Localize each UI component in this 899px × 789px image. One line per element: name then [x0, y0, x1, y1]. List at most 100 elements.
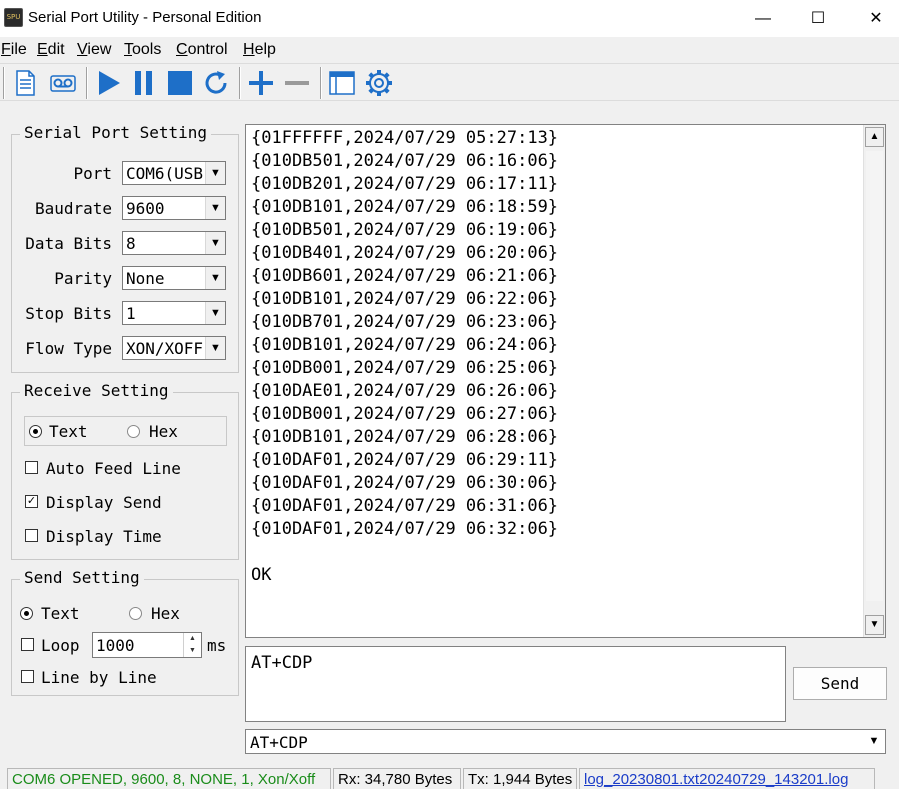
scrollbar-thumb[interactable] [866, 151, 883, 601]
vertical-scrollbar[interactable]: ▲ ▼ [863, 125, 885, 637]
auto-feed-line-label: Auto Feed Line [46, 459, 181, 478]
gear-icon [366, 70, 392, 96]
receive-text-label: Text [49, 422, 88, 441]
receive-text-radio[interactable] [29, 425, 42, 438]
menu-control[interactable]: Control [176, 41, 228, 59]
serial-port-setting-group: Serial Port Setting Port COM6(USB ▼ Baud… [11, 123, 239, 373]
close-button[interactable]: ✕ [853, 0, 899, 37]
receive-line: {010DAF01,2024/07/29 06:29:11} [251, 450, 559, 470]
toolbar-separator [3, 67, 5, 99]
chevron-down-icon[interactable]: ▼ [863, 730, 885, 753]
receive-line: {010DAE01,2024/07/29 06:26:06} [251, 381, 559, 401]
toolbar-separator [86, 67, 88, 99]
receive-line: {010DB501,2024/07/29 06:16:06} [251, 151, 559, 171]
receive-line: {010DB401,2024/07/29 06:20:06} [251, 243, 559, 263]
receive-line: {010DB101,2024/07/29 06:18:59} [251, 197, 559, 217]
settings-button[interactable] [362, 66, 396, 100]
baudrate-select[interactable]: 9600 ▼ [122, 196, 226, 220]
start-button[interactable] [91, 66, 125, 100]
receive-line: {01FFFFFF,2024/07/29 05:27:13} [251, 128, 559, 148]
stepper-up-icon[interactable]: ▲ [184, 633, 201, 645]
menu-help[interactable]: Help [243, 41, 276, 59]
record-button[interactable] [46, 66, 80, 100]
send-text-label: Text [41, 604, 80, 623]
line-by-line-checkbox[interactable] [21, 670, 34, 683]
record-icon [50, 75, 76, 92]
send-hex-radio[interactable] [129, 607, 142, 620]
receive-mode-box: Text Hex [24, 416, 227, 446]
menu-tools[interactable]: Tools [124, 41, 161, 59]
refresh-button[interactable] [199, 66, 233, 100]
send-text: AT+CDP [251, 653, 313, 673]
receive-line: {010DAF01,2024/07/29 06:32:06} [251, 519, 559, 539]
receive-line: {010DB201,2024/07/29 06:17:11} [251, 174, 559, 194]
receive-line: OK [251, 565, 272, 585]
send-textarea[interactable]: AT+CDP [245, 646, 786, 722]
scroll-up-icon[interactable]: ▲ [865, 127, 884, 147]
rx-counter: Rx: 34,780 Bytes [333, 768, 461, 789]
pause-icon [135, 71, 152, 95]
menu-edit[interactable]: Edit [37, 41, 65, 59]
display-send-label: Display Send [46, 493, 162, 512]
receive-setting-title: Receive Setting [20, 381, 173, 400]
chevron-down-icon: ▼ [205, 267, 225, 289]
log-file-link[interactable]: log_20230801.txt20240729_143201.log [579, 768, 875, 789]
menu-file[interactable]: File [1, 41, 27, 59]
receive-hex-label: Hex [149, 422, 178, 441]
refresh-icon [205, 71, 227, 94]
remove-icon [285, 81, 309, 85]
flow-type-select[interactable]: XON/XOFF ▼ [122, 336, 226, 360]
baudrate-label: Baudrate [34, 199, 112, 218]
chevron-down-icon: ▼ [205, 197, 225, 219]
display-time-checkbox[interactable] [25, 529, 38, 542]
receive-setting-group: Receive Setting Text Hex Auto Feed Line … [11, 381, 239, 560]
parity-select[interactable]: None ▼ [122, 266, 226, 290]
window-button[interactable] [325, 66, 359, 100]
send-history-select[interactable]: AT+CDP ▼ [245, 729, 886, 754]
add-button[interactable] [244, 66, 278, 100]
receive-line: {010DB001,2024/07/29 06:25:06} [251, 358, 559, 378]
receive-line [251, 541, 558, 564]
chevron-down-icon: ▼ [205, 337, 225, 359]
receive-hex-radio[interactable] [127, 425, 140, 438]
send-setting-group: Send Setting Text Hex Loop 1000 ▲ ▼ ms L… [11, 568, 239, 696]
loop-label: Loop [41, 636, 80, 655]
status-bar: COM6 OPENED, 9600, 8, NONE, 1, Xon/Xoff … [0, 766, 899, 789]
data-bits-select[interactable]: 8 ▼ [122, 231, 226, 255]
receive-textarea[interactable]: {01FFFFFF,2024/07/29 05:27:13} {010DB501,… [245, 124, 886, 638]
app-icon: SPU [4, 8, 23, 27]
window-icon [329, 71, 355, 95]
receive-line: {010DB101,2024/07/29 06:22:06} [251, 289, 559, 309]
stepper-down-icon[interactable]: ▼ [184, 645, 201, 657]
stepper-buttons[interactable]: ▲ ▼ [183, 633, 201, 657]
toolbar [0, 63, 899, 101]
minimize-button[interactable]: — [740, 0, 786, 37]
loop-interval-stepper[interactable]: 1000 ▲ ▼ [92, 632, 202, 658]
menu-bar: File Edit View Tools Control Help [0, 37, 899, 63]
maximize-button[interactable]: ☐ [795, 0, 841, 37]
stop-button[interactable] [163, 66, 197, 100]
send-text-radio[interactable] [20, 607, 33, 620]
loop-unit-label: ms [207, 636, 227, 655]
title-bar: SPU Serial Port Utility - Personal Editi… [0, 0, 899, 37]
pause-button[interactable] [127, 66, 161, 100]
receive-content: {01FFFFFF,2024/07/29 05:27:13} {010DB501,… [251, 127, 558, 587]
port-select[interactable]: COM6(USB ▼ [122, 161, 226, 185]
connection-status: COM6 OPENED, 9600, 8, NONE, 1, Xon/Xoff [7, 768, 331, 789]
data-bits-label: Data Bits [25, 234, 112, 253]
stop-bits-select[interactable]: 1 ▼ [122, 301, 226, 325]
display-time-label: Display Time [46, 527, 162, 546]
receive-line: {010DB101,2024/07/29 06:24:06} [251, 335, 559, 355]
loop-checkbox[interactable] [21, 638, 34, 651]
menu-view[interactable]: View [77, 41, 111, 59]
port-label: Port [73, 164, 112, 183]
line-by-line-label: Line by Line [41, 668, 157, 687]
new-document-button[interactable] [8, 66, 42, 100]
scroll-down-icon[interactable]: ▼ [865, 615, 884, 635]
display-send-checkbox[interactable]: ✓ [25, 495, 38, 508]
auto-feed-line-checkbox[interactable] [25, 461, 38, 474]
send-button[interactable]: Send [793, 667, 887, 700]
tx-counter: Tx: 1,944 Bytes [463, 768, 577, 789]
flow-type-value: XON/XOFF [126, 339, 204, 358]
remove-button[interactable] [280, 66, 314, 100]
